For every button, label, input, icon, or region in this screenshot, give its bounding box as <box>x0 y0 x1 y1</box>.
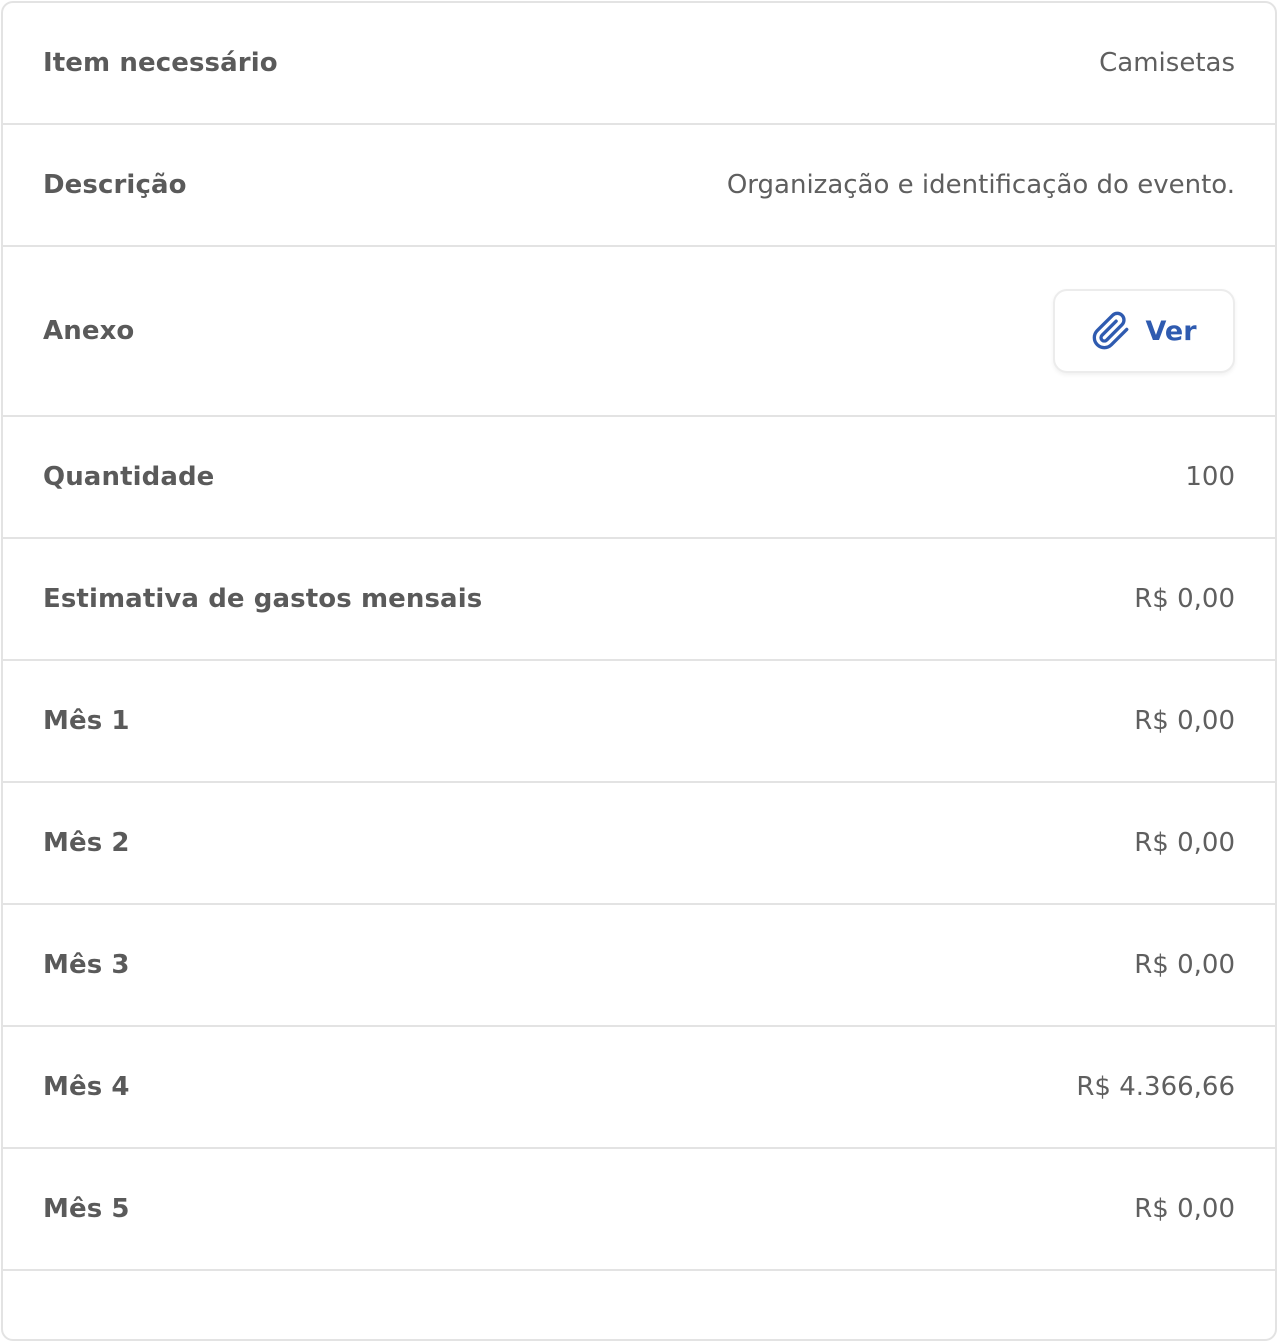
mes-2-value: R$ 0,00 <box>1134 828 1235 858</box>
mes-4-label: Mês 4 <box>43 1072 130 1102</box>
paperclip-icon <box>1091 311 1131 351</box>
item-detail-card: Item necessário Camisetas Descrição Orga… <box>1 1 1277 1341</box>
ver-attachment-button[interactable]: Ver <box>1053 289 1235 373</box>
mes-3-value: R$ 0,00 <box>1134 950 1235 980</box>
mes-5-value: R$ 0,00 <box>1134 1194 1235 1224</box>
descricao-value: Organização e identificação do evento. <box>726 170 1235 200</box>
estimativa-label: Estimativa de gastos mensais <box>43 584 483 614</box>
item-necessario-label: Item necessário <box>43 48 278 78</box>
mes-5-label: Mês 5 <box>43 1194 130 1224</box>
row-mes-1: Mês 1 R$ 0,00 <box>3 661 1275 783</box>
descricao-label: Descrição <box>43 170 187 200</box>
ver-button-label: Ver <box>1145 315 1197 347</box>
item-necessario-value: Camisetas <box>1099 48 1235 78</box>
mes-2-label: Mês 2 <box>43 828 130 858</box>
row-mes-5: Mês 5 R$ 0,00 <box>3 1149 1275 1271</box>
row-quantidade: Quantidade 100 <box>3 417 1275 539</box>
row-anexo: Anexo Ver <box>3 247 1275 417</box>
row-mes-4: Mês 4 R$ 4.366,66 <box>3 1027 1275 1149</box>
mes-4-value: R$ 4.366,66 <box>1076 1072 1235 1102</box>
estimativa-value: R$ 0,00 <box>1134 584 1235 614</box>
mes-1-value: R$ 0,00 <box>1134 706 1235 736</box>
row-item-necessario: Item necessário Camisetas <box>3 3 1275 125</box>
row-next-partial <box>3 1271 1275 1331</box>
row-estimativa: Estimativa de gastos mensais R$ 0,00 <box>3 539 1275 661</box>
quantidade-label: Quantidade <box>43 462 215 492</box>
mes-1-label: Mês 1 <box>43 706 130 736</box>
row-mes-3: Mês 3 R$ 0,00 <box>3 905 1275 1027</box>
mes-3-label: Mês 3 <box>43 950 130 980</box>
anexo-label: Anexo <box>43 316 135 346</box>
quantidade-value: 100 <box>1185 462 1235 492</box>
row-descricao: Descrição Organização e identificação do… <box>3 125 1275 247</box>
row-mes-2: Mês 2 R$ 0,00 <box>3 783 1275 905</box>
